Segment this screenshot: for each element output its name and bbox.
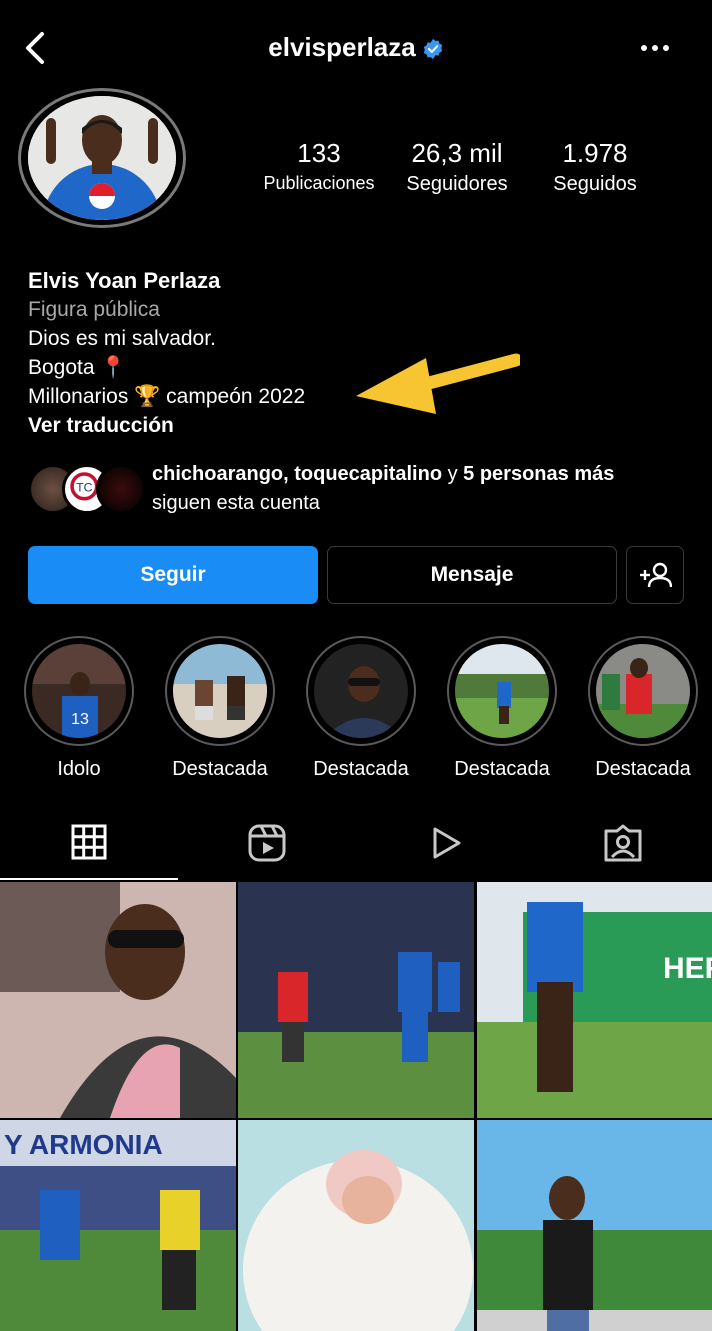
grid-icon bbox=[71, 824, 107, 860]
following-count: 1.978 bbox=[562, 138, 628, 168]
follow-button[interactable]: Seguir bbox=[28, 546, 318, 604]
video-play-icon bbox=[433, 827, 461, 859]
highlight-cover bbox=[314, 644, 408, 738]
full-name: Elvis Yoan Perlaza bbox=[28, 268, 221, 293]
tab-reels[interactable] bbox=[178, 806, 356, 880]
svg-text:13: 13 bbox=[71, 711, 89, 728]
posts-stat: 133 Publicaciones bbox=[250, 138, 388, 194]
bio-line: Dios es mi salvador. bbox=[28, 327, 216, 350]
highlight-cover: 13 bbox=[32, 644, 126, 738]
story-highlight[interactable]: 13 Idolo bbox=[24, 636, 134, 781]
tagged-icon bbox=[604, 824, 642, 862]
more-options-icon[interactable] bbox=[638, 34, 672, 62]
tab-posts-grid[interactable] bbox=[0, 806, 178, 880]
highlight-cover bbox=[596, 644, 690, 738]
following-label: Seguidos bbox=[553, 173, 637, 195]
category-label: Figura pública bbox=[28, 298, 160, 321]
post-thumbnail[interactable] bbox=[238, 1120, 474, 1331]
highlight-label: Destacada bbox=[454, 758, 550, 780]
highlight-label: Destacada bbox=[313, 758, 409, 780]
followed-by-joiner: y bbox=[442, 463, 464, 485]
suggested-users-button[interactable] bbox=[626, 546, 684, 604]
profile-tabs bbox=[0, 806, 712, 880]
highlight-ring bbox=[306, 636, 416, 746]
highlight-ring bbox=[447, 636, 557, 746]
posts-grid: HERB Y ARMONIA bbox=[0, 882, 712, 1331]
posts-label: Publicaciones bbox=[263, 173, 375, 193]
profile-stats: 133 Publicaciones 26,3 mil Seguidores 1.… bbox=[250, 138, 670, 198]
message-button[interactable]: Mensaje bbox=[327, 546, 617, 604]
post-thumbnail[interactable] bbox=[477, 1120, 712, 1331]
svg-text:HERB: HERB bbox=[663, 952, 712, 985]
profile-avatar[interactable] bbox=[18, 88, 186, 228]
svg-text:Y ARMONIA: Y ARMONIA bbox=[4, 1129, 163, 1160]
tab-videos[interactable] bbox=[356, 806, 534, 880]
tab-tagged[interactable] bbox=[534, 806, 712, 880]
posts-count: 133 bbox=[297, 138, 341, 168]
add-person-icon bbox=[640, 562, 672, 588]
profile-bio: Elvis Yoan Perlaza Figura pública Dios e… bbox=[28, 266, 628, 440]
highlight-label: Destacada bbox=[172, 758, 268, 780]
highlight-cover bbox=[455, 644, 549, 738]
see-translation-link[interactable]: Ver traducción bbox=[28, 411, 628, 440]
highlight-ring bbox=[588, 636, 698, 746]
story-highlight[interactable]: Destacada bbox=[165, 636, 275, 781]
post-thumbnail[interactable] bbox=[0, 882, 236, 1118]
followers-count: 26,3 mil bbox=[411, 138, 503, 168]
followers-stat[interactable]: 26,3 mil Seguidores bbox=[392, 138, 522, 196]
followed-by-names: chichoarango, toquecapitalino bbox=[152, 463, 443, 485]
followed-by-others: 5 personas más bbox=[463, 463, 615, 485]
highlight-ring: 13 bbox=[24, 636, 134, 746]
post-thumbnail[interactable] bbox=[238, 882, 474, 1118]
followers-label: Seguidores bbox=[406, 173, 508, 195]
svg-text:TC: TC bbox=[76, 481, 93, 495]
profile-header: elvisperlaza bbox=[0, 0, 712, 96]
followed-by-text: chichoarango, toquecapitalino y 5 person… bbox=[152, 460, 614, 518]
highlight-cover bbox=[173, 644, 267, 738]
bio-line: Millonarios 🏆 campeón 2022 bbox=[28, 385, 306, 408]
followed-by-section[interactable]: TC chichoarango, toquecapitalino y 5 per… bbox=[28, 460, 698, 520]
post-thumbnail[interactable]: HERB bbox=[477, 882, 712, 1118]
followed-by-suffix: siguen esta cuenta bbox=[152, 492, 320, 514]
story-highlight[interactable]: Destacada bbox=[447, 636, 557, 781]
highlight-label: Idolo bbox=[57, 758, 101, 780]
post-thumbnail[interactable]: Y ARMONIA bbox=[0, 1120, 236, 1331]
reels-icon bbox=[248, 824, 286, 862]
story-highlight[interactable]: Destacada bbox=[588, 636, 698, 781]
avatar-photo bbox=[28, 96, 176, 220]
annotation-arrow-icon bbox=[356, 353, 520, 414]
follower-avatar bbox=[96, 464, 146, 514]
username: elvisperlaza bbox=[268, 32, 416, 62]
bio-line: Bogota 📍 bbox=[28, 356, 127, 379]
following-stat[interactable]: 1.978 Seguidos bbox=[536, 138, 654, 196]
story-highlight[interactable]: Destacada bbox=[306, 636, 416, 781]
verified-badge-icon bbox=[423, 39, 442, 60]
username-title: elvisperlaza bbox=[0, 32, 712, 63]
highlight-label: Destacada bbox=[595, 758, 691, 780]
highlight-ring bbox=[165, 636, 275, 746]
